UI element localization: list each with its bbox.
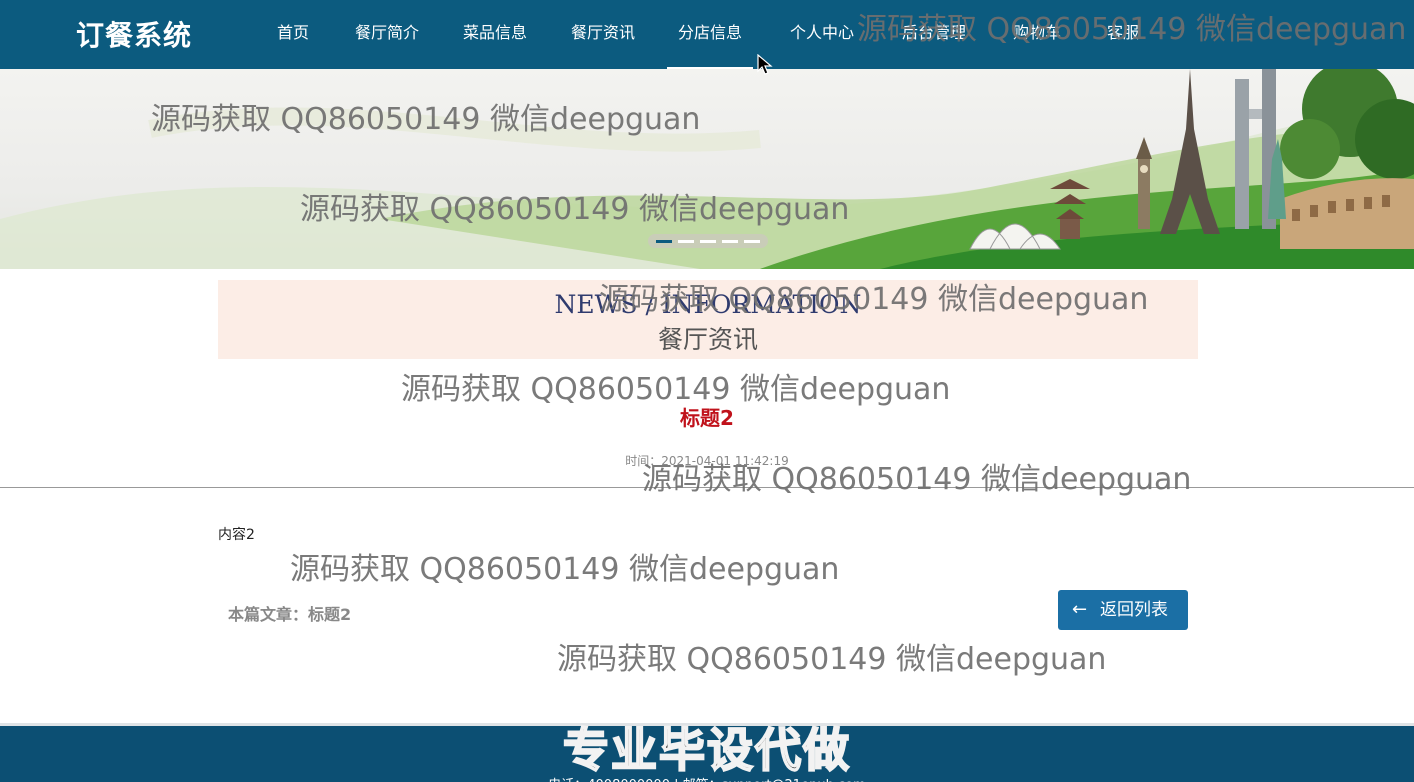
watermark-text: 源码获取 QQ86050149 微信deepguan xyxy=(557,642,1107,677)
site-logo[interactable]: 订餐系统 xyxy=(76,14,192,54)
nav-dish-info[interactable]: 菜品信息 xyxy=(456,0,534,69)
current-article-label: 本篇文章：标题2 xyxy=(228,605,352,624)
nav-branch-info[interactable]: 分店信息 xyxy=(667,0,753,69)
nav-personal-center[interactable]: 个人中心 xyxy=(783,0,861,69)
banner-carousel[interactable] xyxy=(0,69,1414,269)
arrow-left-icon: ← xyxy=(1072,599,1088,620)
nav-home[interactable]: 首页 xyxy=(268,0,318,69)
nav-restaurant-intro[interactable]: 餐厅简介 xyxy=(348,0,426,69)
nav-customer-service[interactable]: 客服 xyxy=(1100,0,1146,69)
carousel-dot-1[interactable] xyxy=(656,240,672,243)
mouse-pointer-icon xyxy=(757,54,773,75)
nav-cart[interactable]: 购物车 xyxy=(1006,0,1068,69)
back-to-list-label: 返回列表 xyxy=(1100,600,1168,620)
nav-admin[interactable]: 后台管理 xyxy=(895,0,973,69)
section-title-en: NEWS / INFORMATION xyxy=(554,290,862,319)
footer-contact: 电话：4008000000 | 邮箱：support@21epub.com xyxy=(0,774,1414,782)
nav-restaurant-news[interactable]: 餐厅资讯 xyxy=(564,0,642,69)
article-divider xyxy=(0,487,1414,488)
carousel-dot-3[interactable] xyxy=(700,240,716,243)
section-title-box: NEWS / INFORMATION 餐厅资讯 xyxy=(218,280,1198,359)
carousel-dot-5[interactable] xyxy=(744,240,760,243)
section-title-cn: 餐厅资讯 xyxy=(657,325,758,354)
carousel-dot-4[interactable] xyxy=(722,240,738,243)
article-title: 标题2 xyxy=(680,406,734,430)
carousel-dot-2[interactable] xyxy=(678,240,694,243)
article-time: 时间：2021-04-01 11:42:19 xyxy=(625,454,789,468)
footer: 专业毕设代做 电话：4008000000 | 邮箱：support@21epub… xyxy=(0,722,1414,782)
carousel-indicators xyxy=(648,234,768,248)
footer-slogan: 专业毕设代做 xyxy=(562,722,851,778)
back-to-list-button[interactable]: ← 返回列表 xyxy=(1058,590,1188,630)
watermark-text: 源码获取 QQ86050149 微信deepguan xyxy=(290,552,840,587)
top-navbar: 订餐系统 首页 餐厅简介 菜品信息 餐厅资讯 分店信息 个人中心 后台管理 购物… xyxy=(0,0,1414,69)
article-content: 内容2 xyxy=(218,527,255,543)
